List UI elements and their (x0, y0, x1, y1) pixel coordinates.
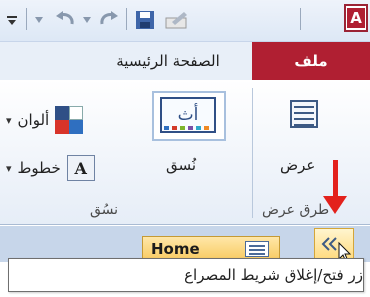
quick-access-toolbar: A (0, 0, 370, 42)
shutter-bar-toggle-button[interactable] (314, 228, 354, 263)
tab-home[interactable]: الصفحة الرئيسية (84, 42, 252, 80)
tab-file[interactable]: ملف (252, 42, 370, 80)
themes-glyph: أث (177, 105, 199, 125)
save-icon[interactable] (132, 8, 158, 32)
colors-icon (55, 106, 84, 134)
app-logo-letter: A (347, 8, 365, 28)
fonts-icon: A (66, 155, 95, 181)
colors-button[interactable]: ▾ ألوان (6, 106, 84, 134)
view-icon[interactable] (290, 100, 318, 128)
redo-icon[interactable] (96, 8, 122, 32)
undo-dropdown-icon[interactable] (80, 8, 94, 32)
colors-label: ألوان (17, 111, 50, 129)
annotation-arrow-head-icon (323, 196, 347, 214)
themes-group-label: نسُق (90, 202, 119, 218)
app-logo-icon: A (344, 4, 368, 32)
undo-icon[interactable] (52, 8, 78, 32)
colors-dropdown-icon: ▾ (6, 113, 12, 127)
themes-button[interactable]: أث (152, 91, 226, 141)
tooltip: زر فتح/إغلاق شريط المصراع (8, 258, 364, 292)
views-group-label: طرق عرض (262, 202, 330, 218)
theme-color-dots (164, 126, 209, 130)
navigation-pane-header: Home (0, 226, 370, 263)
view-button[interactable]: عرض (280, 156, 315, 174)
ribbon-tabs: الصفحة الرئيسية ملف (0, 42, 370, 80)
customize-dropdown-icon[interactable] (4, 8, 20, 32)
fonts-dropdown-icon: ▾ (6, 161, 12, 175)
ribbon-body: عرض طرق عرض أث نُسق ▾ ألوان ▾ خطوط A نسُ… (0, 80, 370, 225)
themes-label[interactable]: نُسق (166, 156, 196, 174)
edit-icon[interactable] (162, 8, 192, 32)
fonts-label: خطوط (17, 159, 61, 177)
form-icon (245, 241, 269, 257)
nav-tab-label: Home (151, 240, 200, 258)
tooltip-text: زر فتح/إغلاق شريط المصراع (184, 266, 363, 284)
dropdown-arrow-icon[interactable] (32, 8, 46, 32)
fonts-button[interactable]: ▾ خطوط A (6, 155, 95, 181)
